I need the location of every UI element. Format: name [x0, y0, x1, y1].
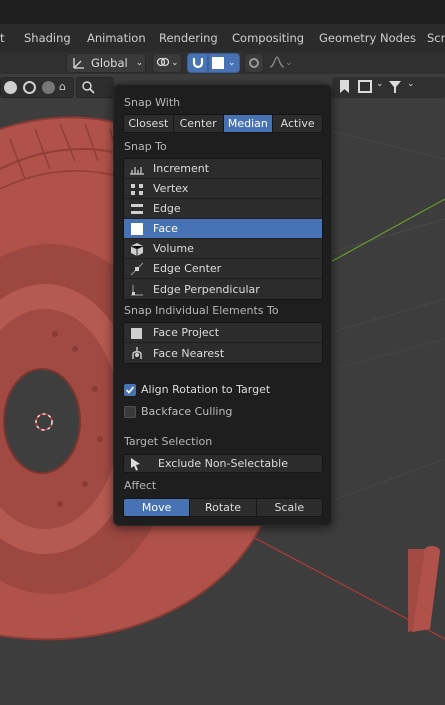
align-rotation-checkbox[interactable]: Align Rotation to Target [124, 383, 270, 396]
search-icon [81, 80, 95, 97]
edge-center-icon [129, 262, 145, 276]
chevron-down-icon: ⌄ [376, 79, 384, 89]
exclude-non-selectable-label: Exclude Non-Selectable [158, 457, 288, 470]
affect-move[interactable]: Move [124, 499, 191, 516]
chevron-down-icon: ⌄ [228, 58, 236, 68]
tab-shading[interactable]: Shading [24, 31, 71, 45]
backface-culling-checkbox[interactable]: Backface Culling [124, 405, 232, 418]
vertex-icon [129, 182, 145, 196]
snap-to-volume-label: Volume [153, 242, 194, 255]
snap-to-vertex[interactable]: Vertex [124, 179, 322, 199]
pivot-point-dropdown[interactable]: ⌄ [152, 53, 182, 73]
snap-with-closest[interactable]: Closest [124, 115, 174, 132]
snap-face-project[interactable]: Face Project [124, 323, 322, 343]
chevron-down-icon: ⌄ [285, 58, 293, 68]
snap-toggle[interactable] [187, 53, 208, 73]
snap-to-increment-label: Increment [153, 162, 210, 175]
face-icon [129, 222, 145, 236]
snap-with-active[interactable]: Active [273, 115, 322, 132]
edge-perpendicular-icon [129, 282, 145, 296]
shading-rendered-icon [42, 81, 55, 94]
snap-target-dropdown[interactable]: ⌄ [208, 53, 240, 73]
chevron-down-icon: ⌄ [171, 58, 179, 68]
tab-truncated-left[interactable]: t [0, 31, 5, 45]
snap-to-face-label: Face [153, 222, 178, 235]
affect-label: Affect [124, 479, 157, 492]
right-tools: ⌄ ⌄ [332, 77, 445, 98]
target-selection-label: Target Selection [124, 435, 213, 448]
affect-selector: Move Rotate Scale [123, 498, 323, 517]
proportional-edit-toggle[interactable] [244, 53, 264, 73]
exclude-non-selectable-dropdown[interactable]: Exclude Non-Selectable [123, 454, 323, 473]
snap-face-project-label: Face Project [153, 326, 220, 339]
proportional-icon [249, 58, 259, 68]
checkmark-icon [124, 383, 136, 396]
increment-icon [129, 162, 145, 176]
snap-with-center[interactable]: Center [174, 115, 224, 132]
snap-to-edge-center[interactable]: Edge Center [124, 259, 322, 279]
editor-type-icon[interactable] [358, 80, 372, 93]
snap-to-edge-label: Edge [153, 202, 181, 215]
edge-icon [129, 202, 145, 216]
falloff-curve-icon [269, 55, 285, 72]
snap-to-vertex-label: Vertex [153, 182, 189, 195]
snap-with-selector: Closest Center Median Active [123, 114, 323, 133]
snap-popup: Snap With Closest Center Median Active S… [113, 84, 332, 526]
snap-to-face[interactable]: Face [124, 219, 322, 239]
tab-geometry-nodes[interactable]: Geometry Nodes [319, 31, 416, 45]
face-icon [212, 57, 224, 69]
shading-solid-icon [4, 81, 17, 94]
snap-to-label: Snap To [124, 140, 167, 153]
snap-to-list: Increment Vertex Edge Face Volume Edge C… [123, 158, 323, 300]
backface-culling-label: Backface Culling [141, 405, 233, 418]
orientation-label: Global [91, 56, 128, 70]
shading-material-icon [23, 81, 36, 94]
snap-with-median[interactable]: Median [223, 115, 274, 132]
tab-compositing[interactable]: Compositing [232, 31, 304, 45]
volume-icon [129, 242, 145, 256]
snap-individual-label: Snap Individual Elements To [124, 304, 279, 317]
orientation-icon [72, 56, 86, 70]
snap-individual-list: Face Project Face Nearest [123, 322, 323, 364]
shading-buttons[interactable]: ⌂ [0, 77, 74, 98]
bookmark-icon[interactable] [340, 80, 349, 93]
brush-icon: ⌂ [59, 80, 66, 93]
snap-with-label: Snap With [124, 96, 181, 109]
affect-rotate[interactable]: Rotate [190, 499, 257, 516]
tab-scripting[interactable]: Scri [427, 31, 445, 45]
filter-icon[interactable] [388, 80, 402, 97]
snap-to-edge-perpendicular-label: Edge Perpendicular [153, 282, 260, 296]
search-box[interactable] [76, 77, 114, 98]
snap-to-increment[interactable]: Increment [124, 159, 322, 179]
chevron-down-icon: ⌄ [407, 79, 415, 89]
magnet-icon [191, 55, 205, 72]
affect-scale[interactable]: Scale [257, 499, 322, 516]
tab-rendering[interactable]: Rendering [159, 31, 218, 45]
snap-to-edge[interactable]: Edge [124, 199, 322, 219]
title-strip [0, 0, 445, 24]
chevron-down-icon: ⌄ [135, 58, 144, 68]
snap-to-volume[interactable]: Volume [124, 239, 322, 259]
cursor-arrow-icon [130, 457, 142, 474]
snap-to-edge-perpendicular[interactable]: Edge Perpendicular [124, 279, 322, 299]
orientation-dropdown[interactable]: Global ⌄ [66, 53, 146, 73]
pivot-icon [156, 55, 170, 72]
tab-animation[interactable]: Animation [87, 31, 146, 45]
workspace-tabs: t Shading Animation Rendering Compositin… [0, 24, 445, 52]
falloff-dropdown[interactable]: ⌄ [266, 53, 296, 73]
viewport-header: Global ⌄ ⌄ ⌄ ⌄ [0, 52, 445, 74]
checkbox-empty-icon [124, 405, 136, 418]
snap-face-nearest-label: Face Nearest [153, 346, 225, 360]
align-rotation-label: Align Rotation to Target [141, 383, 271, 396]
face-nearest-icon [129, 346, 145, 360]
snap-to-edge-center-label: Edge Center [153, 262, 222, 275]
face-project-icon [129, 326, 145, 340]
snap-face-nearest[interactable]: Face Nearest [124, 343, 322, 363]
